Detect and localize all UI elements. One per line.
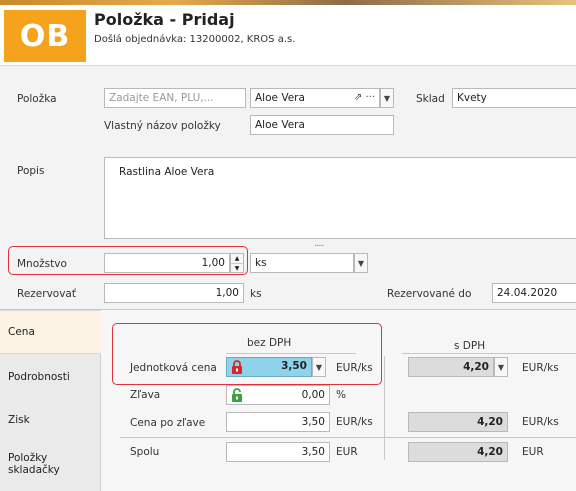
item-name-value: Aloe Vera [255,92,305,104]
reserved-until-label: Rezervované do [387,288,472,300]
custom-name-input[interactable]: Aloe Vera [250,115,394,135]
quantity-input[interactable]: 1,00 [104,253,230,273]
discount-unit: % [336,389,346,401]
item-code-input[interactable]: Zadajte EAN, PLU,... [104,88,246,108]
stepper-down-icon[interactable]: ▼ [231,264,243,273]
incl-vat-header: s DPH [454,340,486,352]
excl-vat-header: bez DPH [247,337,292,349]
chevron-down-icon: ▼ [497,362,505,372]
discount-input[interactable]: 0,00 [226,385,330,405]
unit-price-vat-input[interactable]: 4,20 [408,357,494,377]
stepper-up-icon[interactable]: ▲ [231,254,243,264]
app-logo: OB [4,10,86,62]
chevron-down-icon: ▼ [383,93,391,103]
after-discount-label: Cena po zľave [130,417,206,429]
total-vat-unit: EUR [522,446,544,458]
chevron-down-icon: ▼ [315,362,323,372]
description-value: Rastlina Aloe Vera [119,166,215,178]
description-label: Popis [17,165,45,177]
warehouse-input[interactable]: Kvety [452,88,576,108]
after-discount-vat-unit: EUR/ks [522,416,559,428]
resize-grip[interactable]: ..... [314,239,324,249]
header-underline [226,353,356,354]
quantity-stepper[interactable]: ▲ ▼ [230,253,244,273]
unit-price-unit: EUR/ks [336,362,373,374]
tab-details-label: Podrobnosti [8,371,70,383]
warehouse-label: Sklad [416,93,445,105]
tab-details[interactable]: Podrobnosti [0,355,100,399]
dialog-subtitle: Došlá objednávka: 13200002, KROS a.s. [94,34,296,45]
chevron-down-icon: ▼ [357,258,365,268]
reserve-label: Rezervovať [17,288,76,300]
unit-price-value: 3,50 [281,360,307,372]
discount-label: Zľava [130,389,161,401]
tab-kit-items-label: Položky skladačky [8,452,60,476]
unit-price-vat-dropdown-button[interactable]: ▼ [494,357,508,377]
reserve-input[interactable]: 1,00 [104,283,244,303]
tab-profit[interactable]: Zisk [0,398,100,442]
total-separator [120,437,576,438]
header-underline-vat [402,353,576,354]
link-more-icon[interactable]: ⇗ ··· [354,89,375,107]
unit-select[interactable]: ks [250,253,354,273]
after-discount-vat-input[interactable]: 4,20 [408,412,508,432]
tab-profit-label: Zisk [8,414,30,426]
reserve-unit: ks [250,288,262,300]
vat-column-divider [384,356,385,460]
unit-price-dropdown-button[interactable]: ▼ [312,357,326,377]
unit-dropdown-button[interactable]: ▼ [354,253,368,273]
description-textarea[interactable]: Rastlina Aloe Vera [104,157,576,239]
total-unit: EUR [336,446,358,458]
lock-open-icon[interactable] [229,386,245,404]
unit-price-label: Jednotková cena [130,362,217,374]
after-discount-input[interactable]: 3,50 [226,412,330,432]
total-label: Spolu [130,446,160,458]
lock-closed-icon[interactable] [229,358,245,376]
item-name-input[interactable]: Aloe Vera ⇗ ··· [250,88,380,108]
tab-kit-items[interactable]: Položky skladačky [0,442,100,486]
discount-value: 0,00 [301,389,325,401]
tab-price-label: Cena [8,326,35,338]
after-discount-unit: EUR/ks [336,416,373,428]
reserved-until-input[interactable]: 24.04.2020 [492,283,576,303]
unit-price-vat-unit: EUR/ks [522,362,559,374]
quantity-label: Množstvo [17,258,67,270]
total-vat-input[interactable]: 4,20 [408,442,508,462]
total-input[interactable]: 3,50 [226,442,330,462]
unit-price-input[interactable]: 3,50 [226,357,312,377]
tab-price[interactable]: Cena [0,310,101,354]
dialog-title: Položka - Pridaj [94,10,235,29]
item-dropdown-button[interactable]: ▼ [380,88,394,108]
item-label: Položka [17,93,57,105]
custom-name-label: Vlastný názov položky [104,120,221,132]
